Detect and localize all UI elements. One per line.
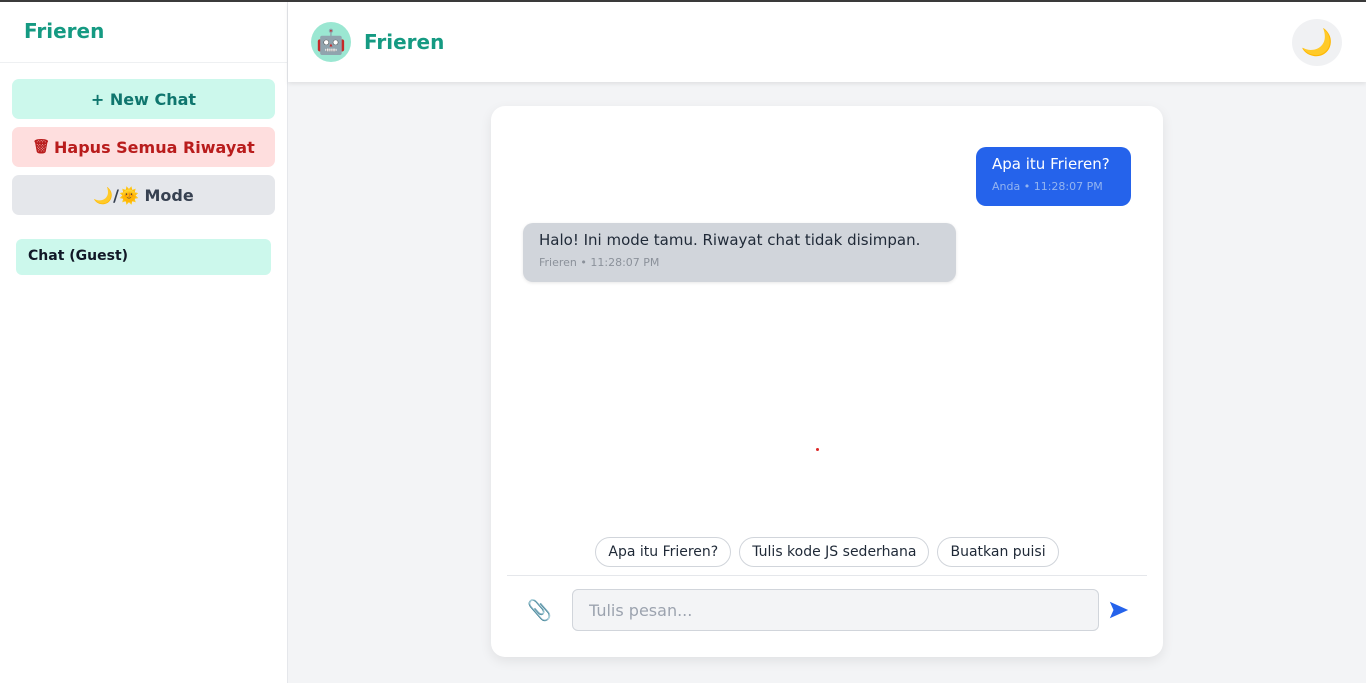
chat-list-item-label: Chat (Guest) [28, 248, 129, 264]
trash-icon: 🗑 [32, 139, 51, 155]
mode-toggle-button[interactable]: 🌙/🌞 Mode [12, 175, 275, 215]
suggestion-chip[interactable]: Tulis kode JS sederhana [739, 537, 930, 567]
top-bar: 🤖 Frieren 🌙 [288, 2, 1366, 82]
message-text: Apa itu Frieren? [992, 155, 1110, 173]
send-icon [1109, 601, 1129, 619]
clear-history-button[interactable]: 🗑 Hapus Semua Riwayat [12, 127, 275, 167]
message-meta: Frieren • 11:28:07 PM [539, 256, 660, 269]
theme-toggle-button[interactable]: 🌙 [1292, 19, 1342, 66]
chat-title: Frieren [364, 30, 445, 54]
clear-history-label: Hapus Semua Riwayat [54, 137, 255, 157]
user-message: Apa itu Frieren? Anda • 11:28:07 PM [976, 147, 1131, 206]
chat-panel: Apa itu Frieren? Anda • 11:28:07 PM Halo… [491, 106, 1163, 657]
message-text: Halo! Ini mode tamu. Riwayat chat tidak … [539, 231, 921, 249]
moon-icon: 🌙 [1300, 27, 1334, 58]
new-chat-button[interactable]: + New Chat [12, 79, 275, 119]
message-meta: Anda • 11:28:07 PM [992, 180, 1103, 193]
suggestion-chip[interactable]: Buatkan puisi [937, 537, 1059, 567]
message-input[interactable] [572, 589, 1099, 631]
bot-avatar: 🤖 [311, 22, 351, 62]
sidebar: Frieren + New Chat 🗑 Hapus Semua Riwayat… [0, 2, 288, 683]
new-chat-label: + New Chat [90, 89, 197, 109]
composer-divider [507, 575, 1147, 576]
robot-icon: 🤖 [316, 28, 346, 56]
sidebar-header: Frieren [0, 2, 287, 63]
paperclip-icon[interactable]: 📎 [527, 598, 552, 622]
suggestion-chips: Apa itu Frieren? Tulis kode JS sederhana… [491, 537, 1163, 567]
bot-message: Halo! Ini mode tamu. Riwayat chat tidak … [523, 223, 956, 282]
mode-label: 🌙/🌞 Mode [93, 185, 194, 205]
suggestion-chip[interactable]: Apa itu Frieren? [595, 537, 732, 567]
chat-list-item[interactable]: Chat (Guest) [16, 239, 271, 275]
send-button[interactable] [1108, 599, 1130, 621]
loading-dot [816, 448, 819, 451]
sidebar-brand: Frieren [24, 19, 105, 43]
